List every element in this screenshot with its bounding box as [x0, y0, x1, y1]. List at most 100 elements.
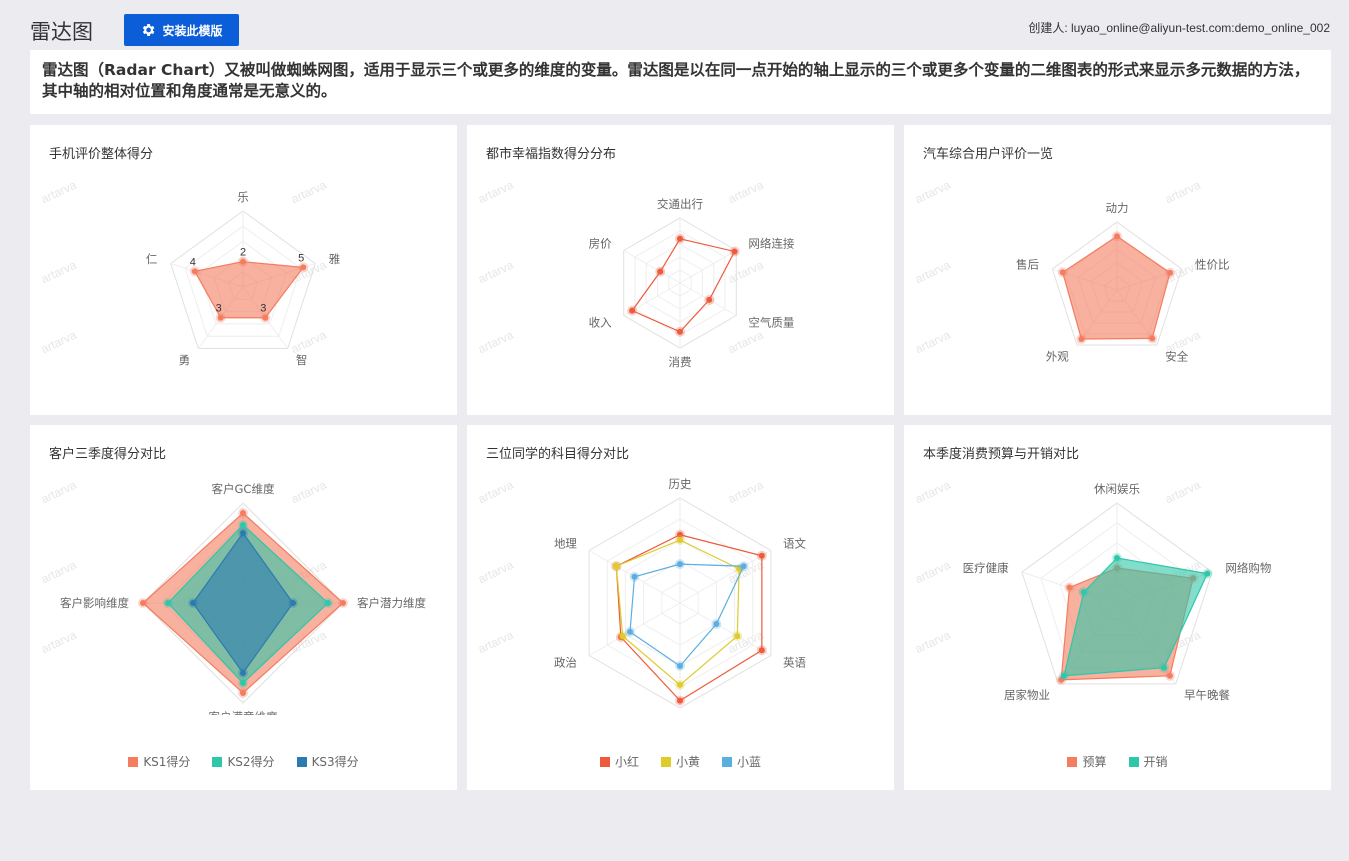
data-point[interactable]: [191, 268, 198, 275]
data-point[interactable]: [262, 314, 269, 321]
indicator-label: 外观: [1046, 349, 1069, 363]
legend-item[interactable]: 预算: [1067, 753, 1107, 770]
gear-icon: [143, 24, 155, 36]
indicator-label: 地理: [554, 537, 577, 551]
data-point[interactable]: [1066, 584, 1073, 591]
data-point[interactable]: [1061, 672, 1068, 679]
legend-item[interactable]: 小黄: [660, 753, 700, 770]
data-point[interactable]: [1114, 233, 1120, 240]
data-point[interactable]: [340, 600, 346, 606]
series-area[interactable]: [1061, 235, 1171, 340]
legend-item[interactable]: KS3得分: [296, 753, 359, 770]
data-point[interactable]: [677, 681, 683, 688]
data-point[interactable]: [677, 537, 683, 543]
data-point[interactable]: [240, 680, 246, 686]
data-label: 3: [216, 303, 222, 315]
data-point[interactable]: [325, 600, 331, 606]
indicator-label: 动力: [1106, 201, 1129, 215]
data-point[interactable]: [629, 307, 636, 314]
data-point[interactable]: [240, 690, 246, 696]
chart-card-3: artarva artarva artarva artarva artarva artar…: [904, 125, 1331, 415]
data-point[interactable]: [290, 600, 296, 606]
data-point[interactable]: [240, 510, 246, 516]
indicator-label: 雅: [329, 252, 341, 266]
legend-item[interactable]: 小蓝: [722, 753, 761, 770]
data-point[interactable]: [740, 563, 747, 570]
axis-line: [679, 550, 772, 604]
data-point[interactable]: [165, 600, 171, 606]
legend-swatch: [296, 756, 307, 767]
data-point[interactable]: [677, 235, 683, 242]
chart-card-1: artarva artarva artarva artarva artarva artar…: [30, 125, 457, 415]
chart-card-6: artarvaartarvaartarvaartarvaartarvaartar…: [904, 425, 1331, 790]
chart-card-5: artarva artarva artarva artarva artarva artar…: [467, 425, 894, 790]
indicator-label: 售后: [1016, 258, 1039, 272]
chart-legend: 预算 开销: [904, 753, 1331, 770]
data-point[interactable]: [1166, 672, 1173, 679]
series-area[interactable]: [629, 563, 745, 667]
data-point[interactable]: [1114, 555, 1120, 561]
legend-swatch: [660, 756, 671, 767]
creator-info: 创建人: luyao_online@aliyun-test.com:demo_o…: [1028, 21, 1330, 35]
legend-label: 预算: [1082, 755, 1107, 769]
chart-card-4: artarvaartarvaartarvaartarvaartarvaartar…: [30, 425, 457, 790]
axis-line: [588, 602, 681, 656]
data-point[interactable]: [240, 670, 246, 676]
data-label: 4: [190, 256, 196, 268]
description-box: 雷达图（Radar Chart）又被叫做蜘蛛网图，适用于显示三个或更多的维度的变…: [30, 50, 1331, 114]
data-point[interactable]: [613, 563, 620, 570]
data-point[interactable]: [657, 268, 664, 275]
data-point[interactable]: [190, 600, 196, 606]
data-point[interactable]: [713, 621, 720, 627]
data-point[interactable]: [758, 647, 765, 654]
indicator-label: 语文: [783, 537, 806, 551]
install-template-label: 安装此模版: [162, 23, 223, 38]
install-template-button[interactable]: 安装此模版: [124, 14, 239, 46]
legend-item[interactable]: KS1得分: [128, 753, 190, 770]
legend-item[interactable]: 开销: [1128, 753, 1168, 770]
data-point[interactable]: [734, 633, 741, 640]
indicator-label: 网络连接: [748, 237, 794, 251]
indicator-label: 性价比: [1195, 258, 1230, 272]
indicator-label: 勇: [179, 353, 191, 367]
data-point[interactable]: [1080, 589, 1087, 596]
data-point[interactable]: [1059, 269, 1066, 276]
data-point[interactable]: [677, 697, 683, 704]
data-point[interactable]: [240, 530, 246, 536]
data-point[interactable]: [1204, 570, 1211, 577]
data-point[interactable]: [217, 314, 224, 321]
data-point[interactable]: [140, 600, 146, 606]
data-point[interactable]: [758, 552, 765, 559]
data-point[interactable]: [731, 248, 738, 255]
legend-swatch: [1067, 756, 1078, 767]
indicator-label: 网络购物: [1225, 561, 1271, 575]
indicator-label: 政治: [554, 656, 577, 670]
legend-item[interactable]: KS2得分: [212, 753, 275, 770]
axis-line: [679, 602, 772, 656]
series-area[interactable]: [615, 534, 763, 702]
data-point[interactable]: [626, 628, 633, 635]
data-point[interactable]: [1161, 664, 1168, 671]
legend-item[interactable]: 小红: [599, 753, 639, 770]
chart-card-2: artarva artarva artarva artarva artarva artar…: [467, 125, 894, 415]
data-point[interactable]: [240, 258, 246, 265]
data-point[interactable]: [631, 573, 638, 580]
data-point[interactable]: [706, 296, 713, 303]
data-point[interactable]: [1167, 269, 1174, 276]
data-point[interactable]: [300, 264, 307, 271]
indicator-label: 消费: [669, 355, 692, 369]
data-point[interactable]: [1149, 335, 1156, 342]
indicator-label: 客户影响维度: [60, 596, 129, 610]
indicator-label: 英语: [783, 656, 806, 670]
data-point[interactable]: [1078, 335, 1085, 342]
data-label: 2: [240, 247, 246, 259]
data-point[interactable]: [677, 561, 683, 568]
axis-line: [623, 250, 681, 284]
legend-swatch: [722, 756, 732, 767]
data-point[interactable]: [677, 328, 683, 335]
legend-swatch: [599, 756, 610, 767]
data-point[interactable]: [240, 522, 246, 528]
data-point[interactable]: [619, 633, 626, 640]
series-area[interactable]: [1063, 557, 1209, 677]
data-point[interactable]: [677, 663, 683, 669]
